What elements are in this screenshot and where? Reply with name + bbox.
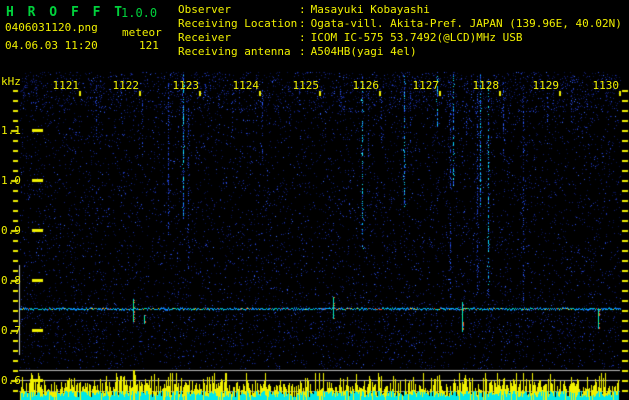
app-version: 1.0.0 [121, 6, 158, 20]
colon: : [299, 3, 306, 16]
info-row-receiver: Receiver: ICOM IC-575 53.7492(@LCD)MHz US… [178, 31, 523, 45]
time-tick-label: 1130 [592, 79, 620, 92]
freq-tick-label: 1.0 [1, 174, 21, 187]
time-tick-label: 1126 [352, 79, 380, 92]
info-label: Receiving antenna [178, 45, 291, 58]
info-value: Ogata-vill. Akita-Pref. JAPAN (139.96E, … [310, 17, 622, 30]
info-value: A504HB(yagi 4el) [310, 45, 417, 58]
time-tick-label: 1123 [172, 79, 200, 92]
info-value: Masayuki Kobayashi [310, 3, 430, 16]
spectrogram-canvas [0, 0, 629, 400]
hrofft-window: { "app": { "title": "H R O F F T", "vers… [0, 0, 629, 400]
output-filename: 0406031120.png [5, 21, 98, 34]
colon: : [299, 45, 306, 58]
time-tick-label: 1129 [532, 79, 560, 92]
app-title: H R O F F T [6, 5, 126, 20]
colon: : [299, 17, 306, 30]
info-label: Receiver [178, 31, 231, 44]
time-tick-label: 1121 [52, 79, 80, 92]
freq-tick-label: 0.6 [1, 374, 21, 387]
freq-tick-label: 0.7 [1, 324, 21, 337]
info-row-antenna: Receiving antenna: A504HB(yagi 4el) [178, 45, 417, 59]
time-tick-label: 1125 [292, 79, 320, 92]
colon: : [299, 31, 306, 44]
time-tick-label: 1128 [472, 79, 500, 92]
freq-tick-label: 0.9 [1, 224, 21, 237]
info-value: ICOM IC-575 53.7492(@LCD)MHz USB [310, 31, 523, 44]
time-tick-label: 1122 [112, 79, 140, 92]
info-row-location: Receiving Location: Ogata-vill. Akita-Pre… [178, 17, 622, 31]
freq-tick-label: 0.8 [1, 274, 21, 287]
echo-count: 121 [139, 39, 159, 52]
time-tick-label: 1124 [232, 79, 260, 92]
freq-tick-label: 1.1 [1, 124, 21, 137]
info-row-observer: Observer: Masayuki Kobayashi [178, 3, 430, 17]
frequency-unit-label: kHz [1, 75, 21, 88]
time-tick-label: 1127 [412, 79, 440, 92]
info-label: Receiving Location [178, 17, 298, 30]
mode-label: meteor [122, 26, 162, 39]
info-label: Observer [178, 3, 231, 16]
datetime-label: 04.06.03 11:20 [5, 39, 98, 52]
